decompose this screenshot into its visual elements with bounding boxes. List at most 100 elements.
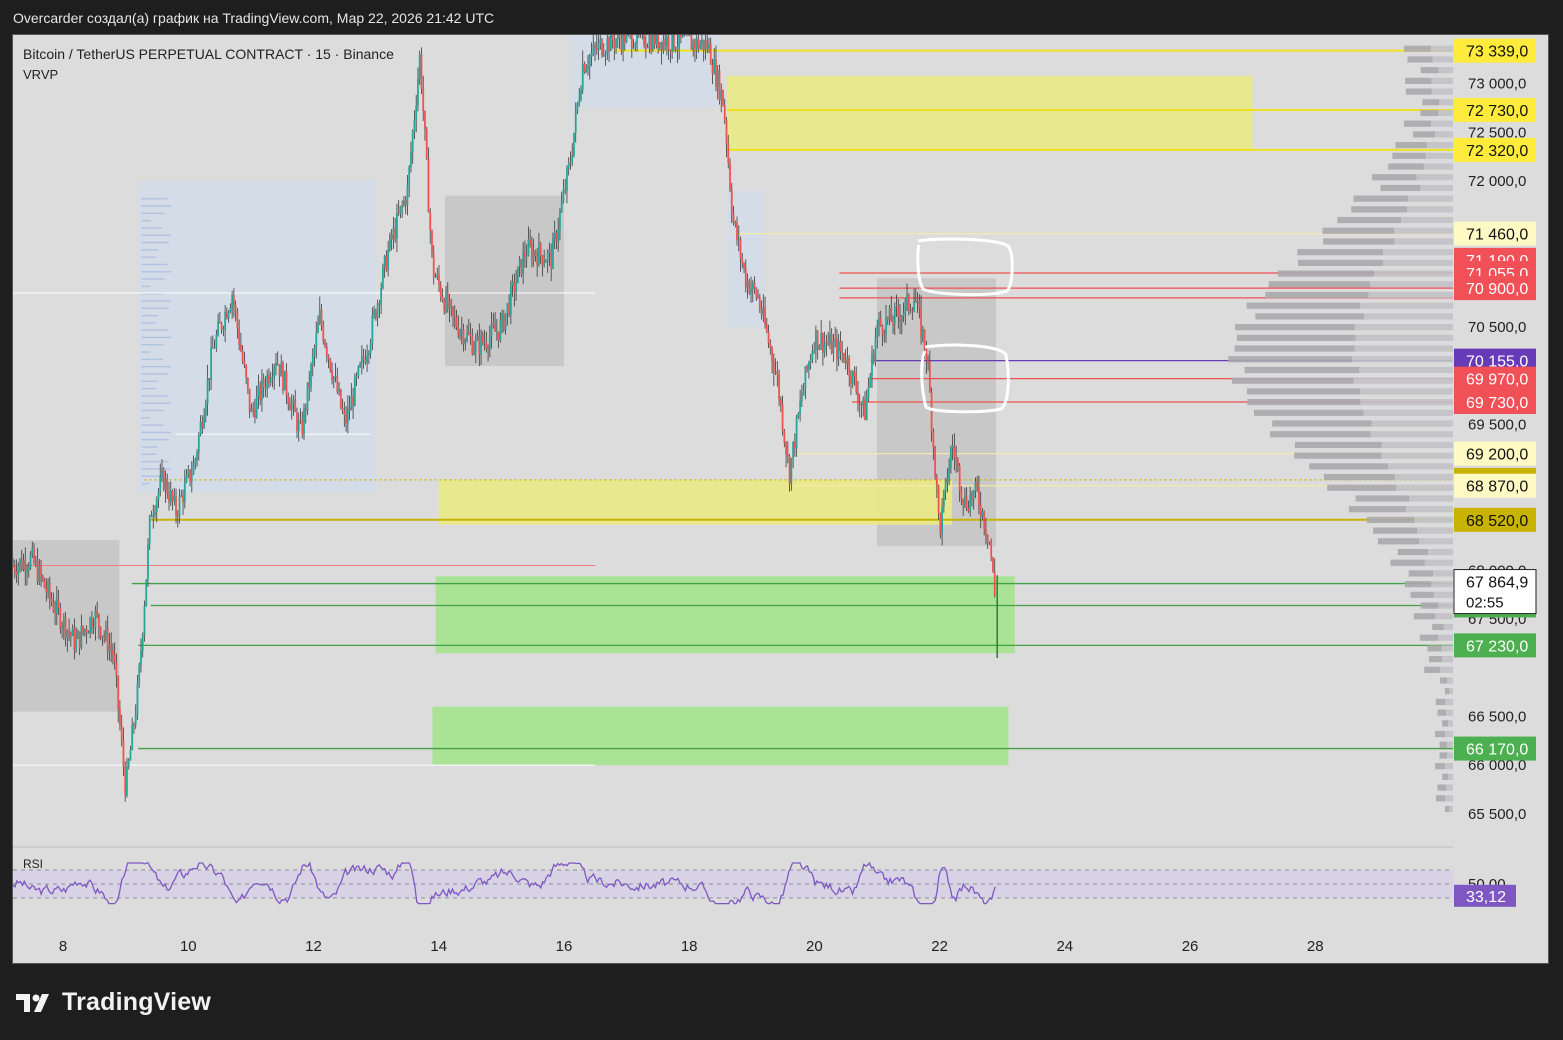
x-tick-label[interactable]: 18 bbox=[681, 938, 698, 955]
candle-body bbox=[974, 481, 977, 491]
candle-body bbox=[278, 364, 281, 377]
candle-body bbox=[147, 544, 149, 580]
candle-body bbox=[154, 512, 156, 515]
candle-body bbox=[339, 389, 342, 408]
volume-profile-bar-down bbox=[1368, 291, 1453, 299]
candle-body bbox=[329, 358, 332, 371]
candle-body bbox=[497, 331, 500, 340]
x-tick-label[interactable]: 8 bbox=[59, 938, 67, 955]
candle-body bbox=[110, 645, 113, 651]
candle-body bbox=[813, 350, 816, 352]
x-tick-label[interactable]: 28 bbox=[1307, 938, 1324, 955]
y-tick-label[interactable]: 65 500,0 bbox=[1468, 806, 1526, 823]
candle-body bbox=[392, 227, 395, 240]
candle-body bbox=[907, 294, 910, 310]
yellow-zone[interactable] bbox=[726, 75, 1253, 150]
candle-body bbox=[665, 36, 668, 47]
indicator-vrvp-label[interactable]: VRVP bbox=[23, 67, 58, 82]
price-label-text[interactable]: 71 460,0 bbox=[1466, 227, 1528, 244]
candle-body bbox=[464, 340, 467, 345]
chart-frame[interactable]: 8 10 12 14 16 18 20 22 24 26 28 73 000,0 72 500,0 72 … bbox=[12, 34, 1549, 964]
price-label-text[interactable]: 68 870,0 bbox=[1466, 479, 1528, 496]
price-label-text[interactable]: 69 730,0 bbox=[1466, 395, 1528, 412]
y-tick-label[interactable]: 73 000,0 bbox=[1468, 76, 1526, 93]
candle-body bbox=[119, 709, 121, 726]
candle-body bbox=[671, 35, 674, 52]
candle-body bbox=[406, 185, 409, 206]
candle-body bbox=[809, 359, 812, 363]
price-label-text[interactable]: 68 520,0 bbox=[1466, 513, 1528, 530]
candle-body bbox=[59, 607, 62, 629]
candle-body bbox=[481, 334, 484, 343]
countdown-text[interactable]: 02:55 bbox=[1466, 595, 1504, 612]
green-zone[interactable] bbox=[432, 706, 1009, 766]
candle-body bbox=[490, 323, 493, 337]
candle-body bbox=[113, 654, 116, 663]
blue-zone[interactable] bbox=[138, 181, 377, 493]
y-tick-label[interactable]: 70 500,0 bbox=[1468, 319, 1526, 336]
chart-canvas[interactable]: 8 10 12 14 16 18 20 22 24 26 2873 000,072 500,072 … bbox=[13, 35, 1548, 963]
candle-body bbox=[662, 39, 665, 52]
candle-body bbox=[715, 58, 717, 87]
price-label-text[interactable]: 72 730,0 bbox=[1466, 103, 1528, 120]
y-tick-label[interactable]: 69 500,0 bbox=[1468, 416, 1526, 433]
candle-body bbox=[324, 341, 326, 347]
candle-body bbox=[946, 478, 949, 483]
candle-body bbox=[739, 238, 742, 259]
candle-body bbox=[893, 306, 896, 325]
candle-body bbox=[960, 490, 963, 499]
candle-body bbox=[892, 321, 894, 325]
x-tick-label[interactable]: 16 bbox=[556, 938, 573, 955]
x-tick-label[interactable]: 10 bbox=[180, 938, 197, 955]
yellow-zone[interactable] bbox=[438, 479, 953, 525]
symbol-title[interactable]: Bitcoin / TetherUS PERPETUAL CONTRACT · … bbox=[23, 46, 394, 62]
rsi-value-text[interactable]: 33,12 bbox=[1466, 889, 1506, 906]
candle-body bbox=[771, 347, 773, 362]
price-label-text[interactable]: 69 200,0 bbox=[1466, 447, 1528, 464]
volume-profile-bar-down bbox=[1416, 174, 1453, 181]
volume-profile-bar-up bbox=[1378, 538, 1420, 545]
candle-body bbox=[748, 280, 751, 294]
candle-body bbox=[261, 378, 263, 400]
rsi-pane-label[interactable]: RSI bbox=[23, 857, 43, 871]
x-tick-label[interactable]: 14 bbox=[430, 938, 447, 955]
candle-body bbox=[311, 355, 314, 366]
candle-body bbox=[62, 616, 65, 627]
candle-body bbox=[653, 35, 656, 45]
candle-body bbox=[588, 56, 591, 67]
price-label-text[interactable]: 70 900,0 bbox=[1466, 281, 1528, 298]
volume-profile-bar-up bbox=[1373, 527, 1418, 534]
tradingview-brand[interactable]: TradingView bbox=[16, 988, 211, 1017]
price-label-text[interactable]: 69 970,0 bbox=[1466, 372, 1528, 389]
last-price-text[interactable]: 67 864,9 bbox=[1466, 575, 1528, 592]
candle-body bbox=[697, 38, 700, 49]
candle-body bbox=[885, 316, 887, 336]
y-tick-label[interactable]: 66 500,0 bbox=[1468, 708, 1526, 725]
y-tick-label[interactable]: 72 000,0 bbox=[1468, 173, 1526, 190]
candle-body bbox=[781, 404, 784, 431]
candle-body bbox=[408, 166, 411, 186]
candle-body bbox=[73, 628, 76, 650]
session-volume-bar bbox=[141, 314, 158, 317]
price-label-text[interactable]: 73 339,0 bbox=[1466, 44, 1528, 61]
x-tick-label[interactable]: 12 bbox=[305, 938, 322, 955]
price-label-text[interactable]: 67 230,0 bbox=[1466, 638, 1528, 655]
x-tick-label[interactable]: 22 bbox=[931, 938, 948, 955]
price-label-text[interactable]: 72 320,0 bbox=[1466, 143, 1528, 160]
candle-body bbox=[587, 66, 589, 69]
candle-body bbox=[830, 333, 833, 354]
candle-body bbox=[651, 35, 654, 51]
candle-body bbox=[241, 350, 244, 362]
candle-body bbox=[96, 610, 99, 615]
volume-profile-bar-up bbox=[1437, 784, 1446, 791]
candle-body bbox=[848, 357, 851, 377]
volume-profile-bar-up bbox=[1405, 77, 1432, 84]
x-tick-label[interactable]: 26 bbox=[1182, 938, 1199, 955]
x-tick-label[interactable]: 20 bbox=[806, 938, 823, 955]
candle-body bbox=[194, 459, 197, 464]
x-tick-label[interactable]: 24 bbox=[1056, 938, 1073, 955]
candle-body bbox=[895, 306, 898, 308]
green-zone[interactable] bbox=[435, 576, 1015, 654]
candle-body bbox=[616, 35, 619, 40]
price-label-text[interactable]: 66 170,0 bbox=[1466, 742, 1528, 759]
